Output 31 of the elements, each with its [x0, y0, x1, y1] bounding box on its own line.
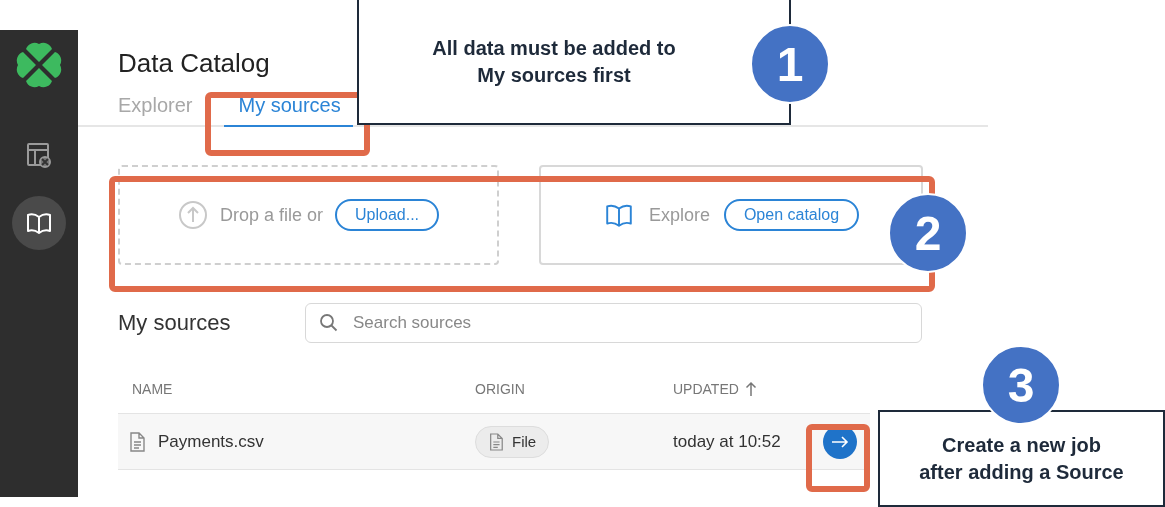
clover-logo-icon	[14, 40, 64, 90]
explore-text: Explore	[648, 204, 710, 226]
highlight-frame	[806, 424, 870, 492]
tab[interactable]: Explorer	[118, 88, 205, 127]
table-icon	[25, 141, 53, 169]
file-icon	[488, 432, 504, 451]
file-icon	[128, 431, 146, 452]
file-name: Payments.csv	[158, 431, 264, 452]
column-header[interactable]: NAME	[132, 381, 475, 397]
callout-text: Create a new job after adding a Source	[878, 410, 1165, 507]
catalog-nav-button[interactable]	[12, 196, 66, 250]
column-header[interactable]: UPDATED	[673, 381, 757, 397]
upload-drop-zone[interactable]: Drop a file or Upload...	[118, 165, 499, 265]
table-row[interactable]: Payments.csv File today at 10:52	[118, 413, 870, 470]
drop-file-text: Drop a file or	[219, 204, 323, 226]
upload-button[interactable]: Upload...	[335, 199, 440, 231]
upload-icon	[177, 200, 208, 230]
origin-tag: File	[475, 425, 550, 458]
sort-arrow-icon	[744, 381, 757, 397]
updated-time: today at 10:52	[673, 431, 781, 452]
search-icon	[319, 313, 339, 333]
section-heading: My sources	[118, 310, 232, 336]
open-catalog-button[interactable]: Open catalog	[723, 199, 860, 231]
page-title: Data Catalog	[118, 48, 270, 80]
step-number-badge: 2	[888, 193, 968, 273]
column-header[interactable]: ORIGIN	[475, 381, 673, 397]
step-number-badge: 3	[981, 345, 1061, 425]
search-field[interactable]: Search sources	[305, 303, 922, 343]
step-number-badge: 1	[750, 24, 830, 104]
arrow-right-icon	[831, 435, 849, 448]
tab[interactable]: My sources	[224, 88, 353, 127]
